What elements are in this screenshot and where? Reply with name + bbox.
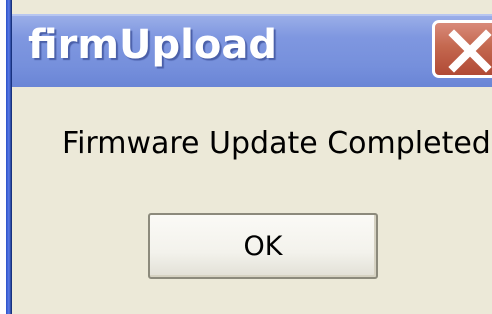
message-dialog: firmUpload Firmware Update Completed. OK <box>0 0 492 314</box>
title-bar[interactable]: firmUpload <box>12 14 492 87</box>
close-button[interactable] <box>432 20 492 78</box>
window-border <box>0 0 12 314</box>
close-icon <box>448 29 492 73</box>
window-title: firmUpload <box>28 22 277 68</box>
dialog-message: Firmware Update Completed. <box>62 126 492 161</box>
ok-button[interactable]: OK <box>148 213 378 279</box>
